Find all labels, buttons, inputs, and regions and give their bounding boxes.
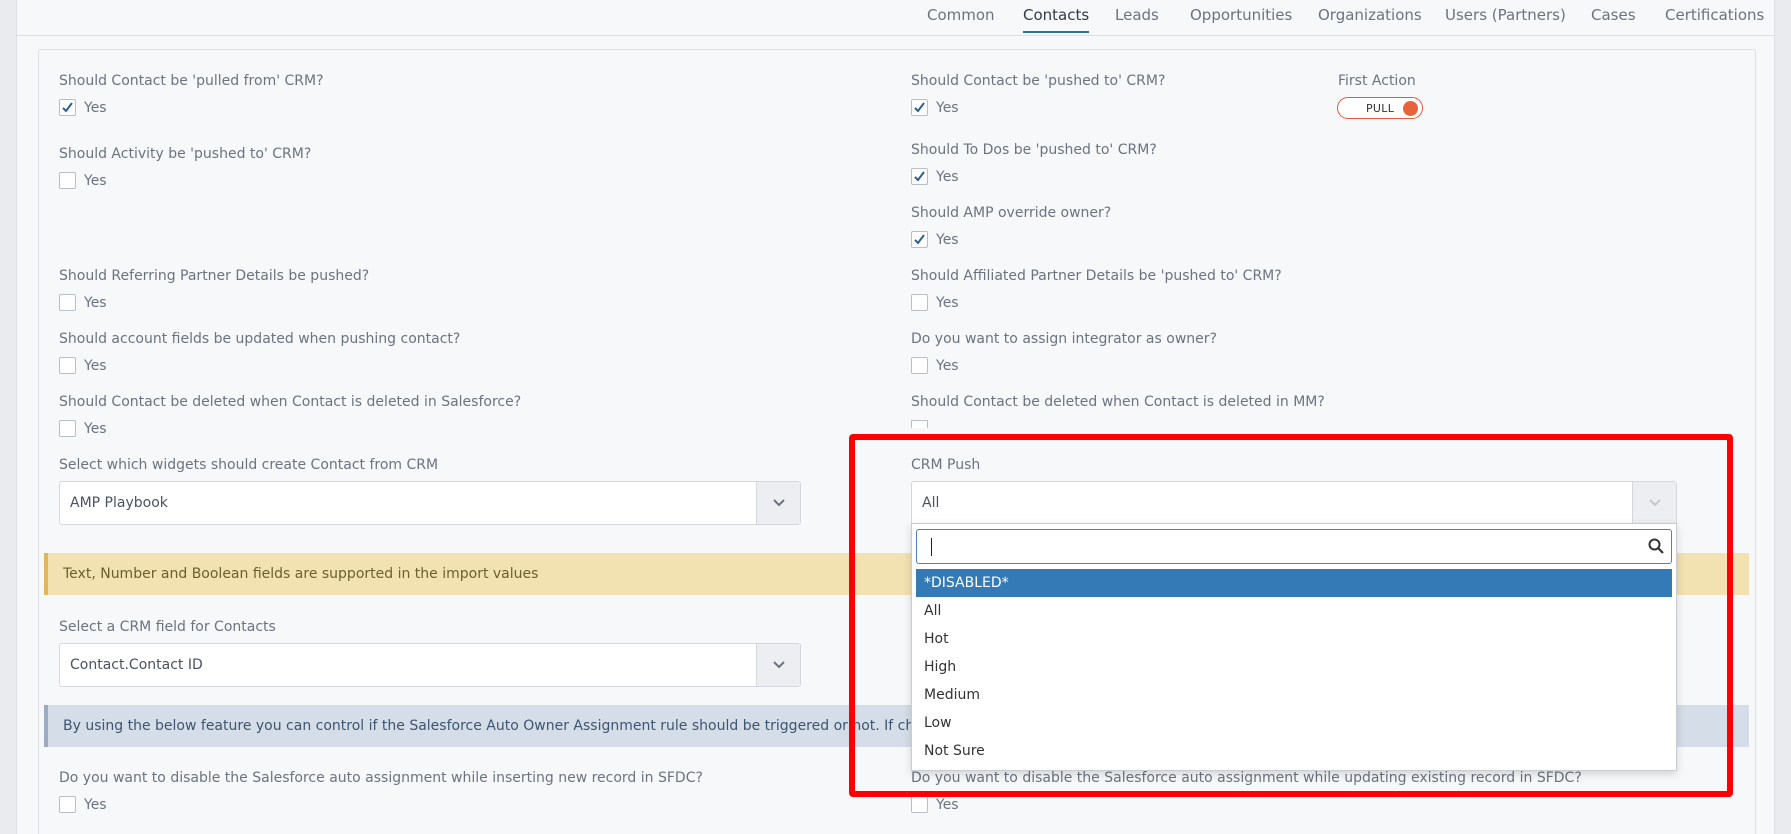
first-action-value: PULL: [1366, 101, 1395, 115]
dropdown-option-all[interactable]: All: [916, 597, 1672, 625]
chevron-down-icon[interactable]: [1632, 482, 1676, 524]
dropdown-option-hot[interactable]: Hot: [916, 625, 1672, 653]
first-action-toggle[interactable]: PULL: [1337, 97, 1423, 119]
checkbox-label: Yes: [84, 99, 107, 116]
question-disable-update: Do you want to disable the Salesforce au…: [911, 770, 1582, 786]
chevron-down-icon[interactable]: [756, 644, 800, 686]
crm-push-value: All: [922, 495, 940, 511]
checkbox-amp-override[interactable]: Yes: [911, 231, 959, 248]
question-affiliated-partner: Should Affiliated Partner Details be 'pu…: [911, 268, 1282, 284]
widgets-select[interactable]: AMP Playbook: [59, 481, 801, 525]
tab-common[interactable]: Common: [927, 6, 995, 24]
dropdown-option-high[interactable]: High: [916, 653, 1672, 681]
dropdown-option-disabled[interactable]: *DISABLED*: [916, 569, 1672, 597]
checkbox-label: Yes: [84, 357, 107, 374]
checkbox-box[interactable]: [59, 420, 76, 437]
checkbox-account-fields[interactable]: Yes: [59, 357, 107, 374]
checkbox-disable-insert[interactable]: Yes: [59, 796, 107, 813]
question-disable-insert: Do you want to disable the Salesforce au…: [59, 770, 703, 786]
checkbox-referring-partner[interactable]: Yes: [59, 294, 107, 311]
checkbox-box[interactable]: [59, 796, 76, 813]
question-amp-override: Should AMP override owner?: [911, 205, 1112, 221]
checkbox-label: Yes: [936, 168, 959, 185]
toggle-knob: [1403, 101, 1418, 116]
checkbox-label: Yes: [84, 172, 107, 189]
text-caret: [931, 538, 932, 556]
checkbox-deleted-salesforce[interactable]: Yes: [59, 420, 107, 437]
tab-cases[interactable]: Cases: [1591, 6, 1636, 24]
question-account-fields: Should account fields be updated when pu…: [59, 331, 461, 347]
chevron-down-icon[interactable]: [756, 482, 800, 524]
crm-field-select-value: Contact.Contact ID: [70, 657, 203, 673]
checkbox-box[interactable]: [911, 99, 928, 116]
checkbox-box[interactable]: [911, 796, 928, 813]
checkbox-label: Yes: [936, 231, 959, 248]
tab-users-partners[interactable]: Users (Partners): [1445, 6, 1566, 24]
tab-leads[interactable]: Leads: [1115, 6, 1159, 24]
tab-certifications[interactable]: Certifications: [1665, 6, 1764, 24]
checkbox-disable-update[interactable]: Yes: [911, 796, 959, 813]
checkbox-activity-pushed[interactable]: Yes: [59, 172, 107, 189]
crm-push-dropdown: *DISABLED* All Hot High Medium Low Not S…: [911, 523, 1677, 771]
question-todos-pushed: Should To Dos be 'pushed to' CRM?: [911, 142, 1157, 158]
first-action-label: First Action: [1338, 73, 1416, 89]
checkbox-box[interactable]: [911, 357, 928, 374]
question-referring-partner: Should Referring Partner Details be push…: [59, 268, 370, 284]
question-pushed-to: Should Contact be 'pushed to' CRM?: [911, 73, 1166, 89]
checkmark-icon: [914, 234, 925, 245]
crm-push-select[interactable]: All: [911, 481, 1677, 525]
checkbox-label: Yes: [84, 294, 107, 311]
checkbox-label: Yes: [936, 357, 959, 374]
tab-organizations[interactable]: Organizations: [1318, 6, 1422, 24]
checkmark-icon: [62, 102, 73, 113]
widgets-select-value: AMP Playbook: [70, 495, 168, 511]
question-integrator-owner: Do you want to assign integrator as owne…: [911, 331, 1217, 347]
checkbox-todos-pushed[interactable]: Yes: [911, 168, 959, 185]
checkbox-box[interactable]: [59, 357, 76, 374]
checkbox-box[interactable]: [911, 294, 928, 311]
checkbox-label: Yes: [936, 796, 959, 813]
question-activity-pushed: Should Activity be 'pushed to' CRM?: [59, 146, 312, 162]
question-deleted-salesforce: Should Contact be deleted when Contact i…: [59, 394, 522, 410]
question-pulled-from: Should Contact be 'pulled from' CRM?: [59, 73, 324, 89]
checkbox-box[interactable]: [59, 172, 76, 189]
dropdown-option-not-sure[interactable]: Not Sure: [916, 737, 1672, 765]
checkbox-label: Yes: [84, 796, 107, 813]
checkbox-box[interactable]: [59, 294, 76, 311]
tab-opportunities[interactable]: Opportunities: [1190, 6, 1292, 24]
tab-contacts[interactable]: Contacts: [1023, 6, 1090, 33]
checkbox-affiliated-partner[interactable]: Yes: [911, 294, 959, 311]
checkbox-box[interactable]: [911, 168, 928, 185]
checkbox-integrator-owner[interactable]: Yes: [911, 357, 959, 374]
dropdown-option-medium[interactable]: Medium: [916, 681, 1672, 709]
checkbox-label: Yes: [84, 420, 107, 437]
checkbox-pushed-to[interactable]: Yes: [911, 99, 959, 116]
checkmark-icon: [914, 171, 925, 182]
dropdown-search-input[interactable]: [916, 529, 1672, 564]
checkbox-box[interactable]: [59, 99, 76, 116]
checkbox-deleted-mm-partial[interactable]: [911, 420, 928, 428]
checkbox-label: Yes: [936, 294, 959, 311]
checkbox-pulled-from[interactable]: Yes: [59, 99, 107, 116]
dropdown-option-low[interactable]: Low: [916, 709, 1672, 737]
search-icon: [1648, 538, 1664, 554]
checkmark-icon: [914, 102, 925, 113]
checkbox-label: Yes: [936, 99, 959, 116]
checkbox-box[interactable]: [911, 231, 928, 248]
tab-bar: Common Contacts Leads Opportunities Orga…: [17, 0, 1774, 36]
crm-field-select-label: Select a CRM field for Contacts: [59, 619, 276, 635]
question-deleted-mm: Should Contact be deleted when Contact i…: [911, 394, 1325, 410]
crm-field-select[interactable]: Contact.Contact ID: [59, 643, 801, 687]
widgets-select-label: Select which widgets should create Conta…: [59, 457, 439, 473]
crm-push-label: CRM Push: [911, 457, 981, 473]
